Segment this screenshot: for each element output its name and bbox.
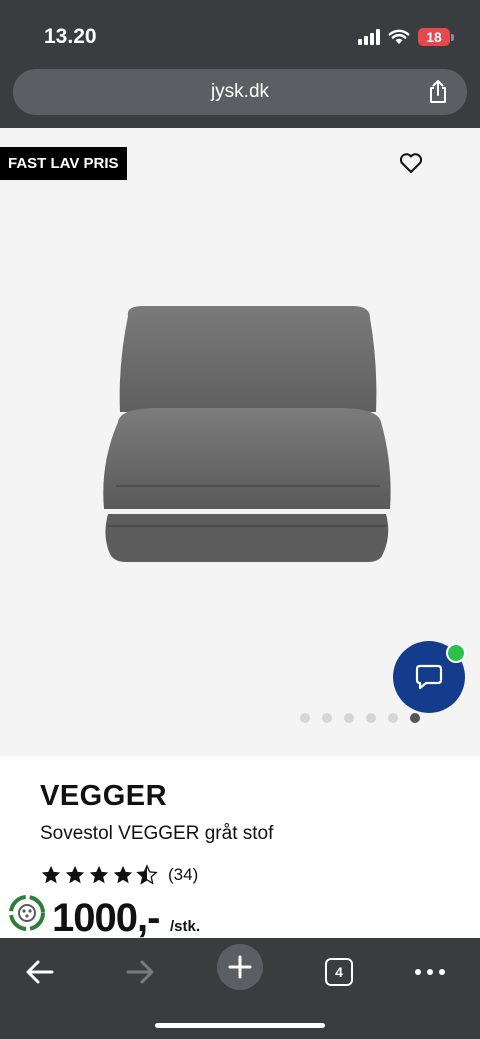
page-content: FAST LAV PRIS VEGGER Sovestol VEGGER grå… — [0, 128, 480, 938]
tabs-icon: 4 — [325, 958, 353, 986]
home-indicator[interactable] — [155, 1023, 325, 1028]
product-info: VEGGER Sovestol VEGGER gråt stof (34) 10… — [0, 756, 480, 938]
back-arrow-icon — [26, 960, 54, 984]
gallery-dot[interactable] — [366, 713, 376, 723]
star-icon — [65, 865, 85, 884]
product-price: 1000,- — [52, 896, 160, 938]
new-tab-button[interactable] — [217, 944, 263, 990]
recycle-icon — [9, 895, 45, 931]
product-rating[interactable]: (34) — [40, 864, 198, 886]
gallery-pagination[interactable] — [300, 713, 420, 723]
gallery-dot[interactable] — [300, 713, 310, 723]
price-badge: FAST LAV PRIS — [0, 147, 127, 180]
share-icon[interactable] — [425, 79, 451, 105]
back-button[interactable] — [16, 948, 64, 996]
product-brand: VEGGER — [40, 780, 168, 812]
gallery-dot[interactable] — [322, 713, 332, 723]
review-count[interactable]: (34) — [168, 865, 198, 885]
product-title: Sovestol VEGGER gråt stof — [40, 823, 274, 844]
more-icon — [415, 969, 445, 975]
star-icon — [41, 865, 61, 884]
status-time: 13.20 — [44, 25, 97, 48]
chat-bubble-icon — [415, 664, 443, 690]
address-bar[interactable]: jysk.dk — [13, 69, 467, 115]
forward-arrow-icon — [126, 960, 154, 984]
status-bar: 13.20 18 — [0, 0, 480, 70]
product-image — [103, 306, 391, 562]
gallery-dot[interactable] — [388, 713, 398, 723]
price-unit: /stk. — [170, 918, 201, 935]
wifi-icon — [388, 29, 410, 44]
heart-icon[interactable] — [398, 150, 424, 176]
status-icons: 18 — [358, 28, 454, 46]
url-text[interactable]: jysk.dk — [13, 81, 467, 103]
online-indicator — [446, 643, 466, 663]
signal-icon — [358, 29, 380, 45]
battery-icon: 18 — [418, 28, 454, 46]
gallery-dot[interactable] — [344, 713, 354, 723]
browser-toolbar: 4 — [0, 938, 480, 1039]
star-icon — [113, 865, 133, 884]
gallery-dot-active[interactable] — [410, 713, 420, 723]
tabs-button[interactable]: 4 — [315, 948, 363, 996]
plus-icon — [228, 955, 252, 979]
forward-button[interactable] — [116, 948, 164, 996]
battery-level: 18 — [418, 28, 450, 46]
half-star-icon — [136, 864, 158, 885]
star-icon — [89, 865, 109, 884]
more-button[interactable] — [406, 948, 454, 996]
